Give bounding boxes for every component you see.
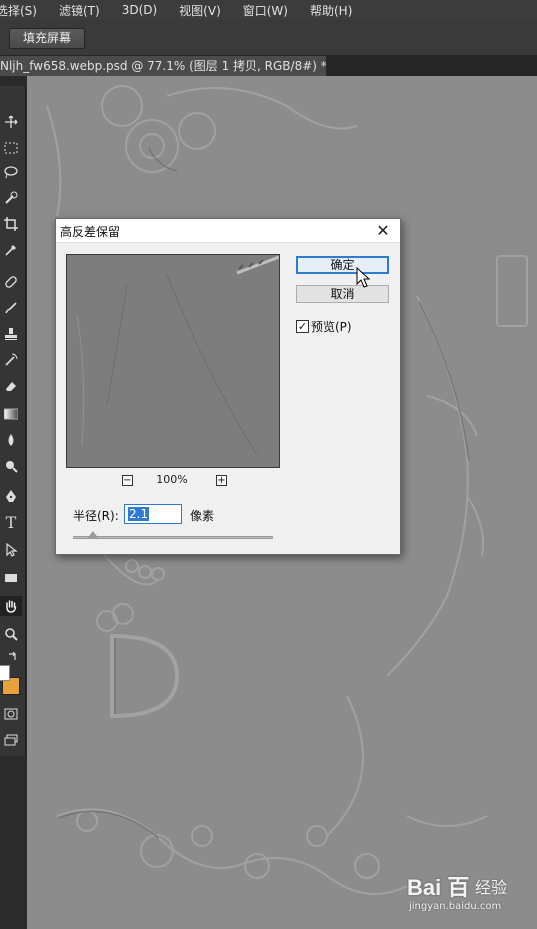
fill-screen-button[interactable]: 填充屏幕 [9,28,85,49]
radius-slider-thumb[interactable] [87,531,99,539]
ok-button[interactable]: 确定 [296,256,389,274]
radius-input[interactable]: 2.1 [124,504,182,524]
brush-icon[interactable] [0,298,22,318]
cancel-button[interactable]: 取消 [296,285,389,303]
document-tab-row: Nljh_fw658.webp.psd @ 77.1% (图层 1 拷贝, RG… [0,56,537,76]
document-tab[interactable]: Nljh_fw658.webp.psd @ 77.1% (图层 1 拷贝, RG… [0,56,326,76]
eyedropper-icon[interactable] [0,240,22,260]
blur-icon[interactable] [0,430,22,450]
type-icon[interactable]: T [0,512,22,532]
preview-option[interactable]: ✓ 预览(P) [296,318,352,335]
radius-slider-track[interactable] [73,536,273,539]
watermark-logo: Bai 百 [407,875,470,900]
menu-3d[interactable]: 3D(D) [122,3,157,17]
gradient-icon[interactable] [0,404,22,424]
panel-grip[interactable] [0,76,26,86]
menu-help[interactable]: 帮助(H) [310,2,352,19]
quick-select-icon[interactable] [0,188,22,208]
options-bar: 填充屏幕 [0,20,537,56]
healing-brush-icon[interactable] [0,272,22,292]
preview-checkbox[interactable]: ✓ [296,320,309,333]
history-brush-icon[interactable] [0,350,22,370]
lasso-icon[interactable] [0,162,22,182]
mouse-cursor-icon [356,267,371,288]
high-pass-dialog: 高反差保留 ✕ − 100% + 确定 取消 ✓ 预览(P) 半径(R): 2.… [55,218,401,555]
hand-icon[interactable] [0,596,22,616]
dialog-title-bar[interactable]: 高反差保留 ✕ [56,219,400,243]
preview-artwork [76,255,279,456]
menu-bar: 选择(S) 滤镜(T) 3D(D) 视图(V) 窗口(W) 帮助(H) [0,0,537,20]
rectangle-icon[interactable] [0,568,22,588]
close-icon[interactable]: ✕ [374,221,392,241]
screen-mode-icon[interactable] [0,730,22,750]
dodge-icon[interactable] [0,456,22,476]
menu-filter[interactable]: 滤镜(T) [59,2,100,19]
baidu-watermark: Bai 百 经验 jingyan.baidu.com [407,868,527,918]
menu-view[interactable]: 视图(V) [179,2,221,19]
radius-label: 半径(R): [73,509,119,523]
preview-label: 预览(P) [311,320,352,334]
filter-preview[interactable] [66,254,280,468]
marquee-icon[interactable] [0,138,22,158]
move-icon[interactable] [0,112,22,132]
menu-window[interactable]: 窗口(W) [243,2,288,19]
eraser-icon[interactable] [0,376,22,396]
document-tab-title: Nljh_fw658.webp.psd @ 77.1% (图层 1 拷贝, RG… [0,59,326,73]
foreground-color-swatch[interactable] [0,665,10,681]
zoom-icon[interactable] [0,624,22,644]
path-select-icon[interactable] [0,540,22,560]
clone-stamp-icon[interactable] [0,324,22,344]
quick-mask-icon[interactable] [0,704,22,724]
pen-icon[interactable] [0,486,22,506]
watermark-url: jingyan.baidu.com [409,901,502,912]
radius-value: 2.1 [128,507,150,521]
swap-colors-icon[interactable] [6,646,20,666]
dialog-title: 高反差保留 [60,225,121,239]
unit-label: 像素 [190,509,215,523]
crop-icon[interactable] [0,214,22,234]
menu-select[interactable]: 选择(S) [0,2,37,19]
tools-panel: T [0,76,26,756]
zoom-in-button[interactable]: + [216,475,227,486]
watermark-text: 经验 [475,878,508,897]
zoom-out-button[interactable]: − [122,475,133,486]
zoom-level: 100% [156,473,188,486]
